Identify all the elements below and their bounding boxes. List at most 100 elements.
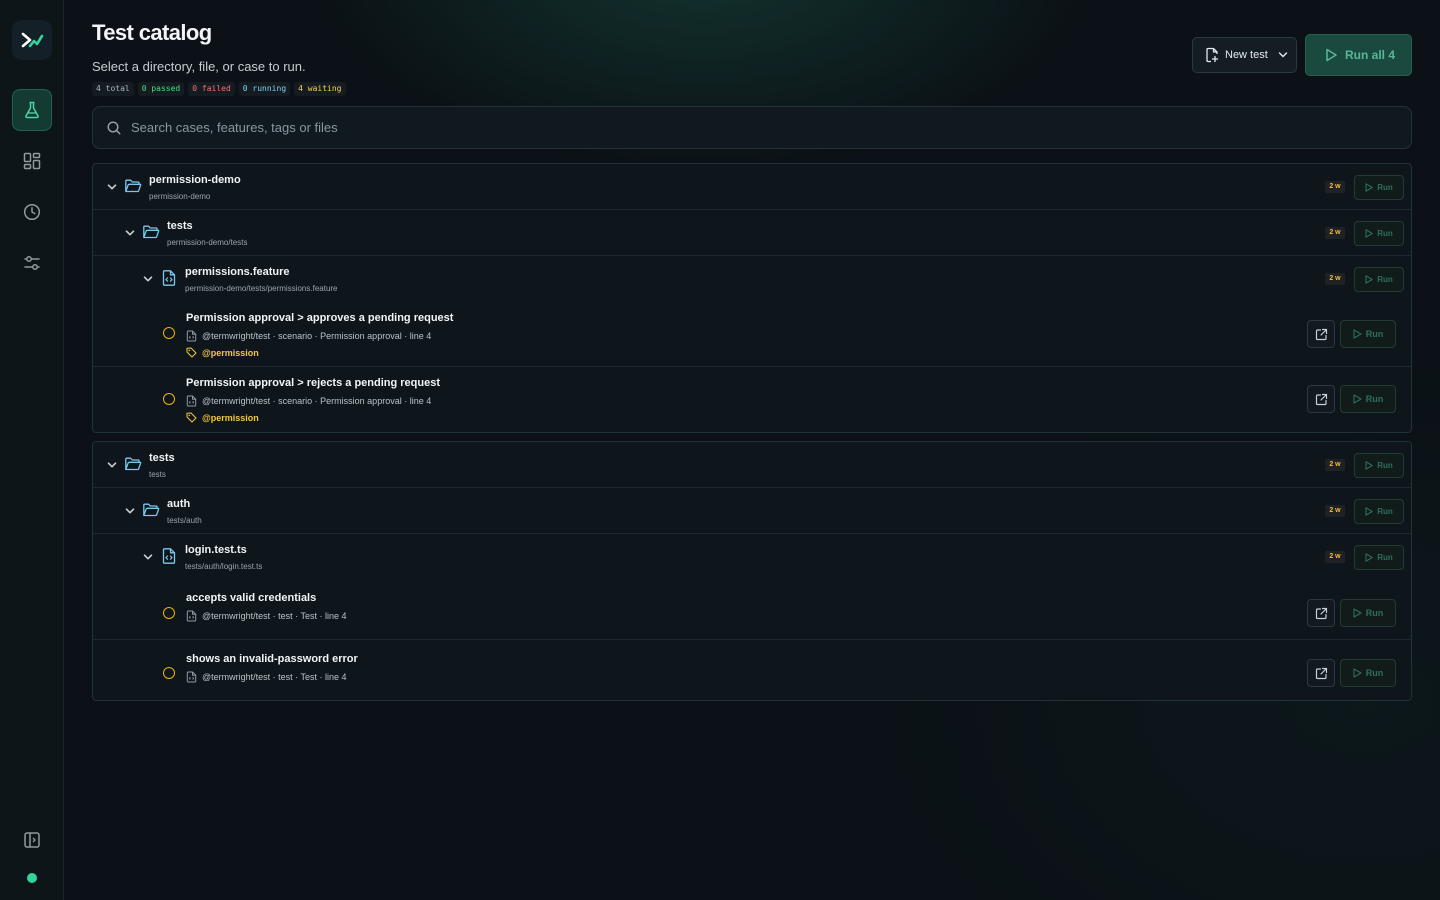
nav-settings[interactable] [12,242,52,284]
tree-row-name: tests [149,452,175,464]
play-icon [1365,275,1373,284]
toggle-sidebar-button[interactable] [12,819,52,861]
run-label: Run [1365,329,1384,339]
status-counts: 4 total 0 passed 0 failed 0 running 4 wa… [92,82,346,96]
search-bar [92,106,1412,149]
run-button[interactable]: Run [1354,267,1404,292]
run-button[interactable]: Run [1340,320,1396,348]
play-icon [1365,553,1373,562]
nav-history[interactable] [12,191,52,233]
search-input[interactable] [131,120,1331,135]
tree-row-path: permission-demo [149,192,211,201]
tag-icon [186,347,197,358]
nav-test-catalog[interactable] [12,89,52,131]
test-case-row[interactable]: shows an invalid-password error @termwri… [93,640,1411,700]
test-case-name: shows an invalid-password error [186,653,358,665]
run-label: Run [1377,183,1393,192]
chevron-down-icon[interactable] [142,551,154,563]
chevron-down-icon[interactable] [124,227,136,239]
play-icon [1353,394,1362,404]
run-button[interactable]: Run [1354,545,1404,570]
run-button[interactable]: Run [1354,221,1404,246]
test-case-meta: @termwright/test · test · Test · line 4 [186,610,347,622]
play-icon [1365,461,1373,470]
play-icon [1365,183,1373,192]
folder-open-icon [143,503,160,517]
history-clock-icon [23,203,41,221]
flask-icon [25,101,39,119]
tree-row-path: permission-demo/tests/permissions.featur… [185,284,338,293]
tree-row-directory[interactable]: permission-demo permission-demo 2 w Run [93,164,1411,210]
open-test-button[interactable] [1307,599,1335,627]
run-button[interactable]: Run [1354,499,1404,524]
run-label: Run [1377,461,1393,470]
file-code-icon [162,270,176,286]
test-case-name: Permission approval > rejects a pending … [186,377,441,389]
play-icon [1365,229,1373,238]
run-button[interactable]: Run [1354,453,1404,478]
tree-row-directory[interactable]: auth tests/auth 2 w Run [93,488,1411,534]
file-code-icon [186,610,197,622]
tree-row-directory[interactable]: tests permission-demo/tests 2 w Run [93,210,1411,256]
folder-open-icon [143,225,160,239]
test-case-row[interactable]: Permission approval > rejects a pending … [93,367,1411,432]
open-test-button[interactable] [1307,659,1335,687]
waiting-count-badge: 2 w [1325,227,1345,239]
test-case-meta: @termwright/test · test · Test · line 4 [186,671,347,683]
run-all-button[interactable]: Run all 4 [1305,34,1412,76]
run-label: Run [1365,394,1384,404]
open-test-button[interactable] [1307,320,1335,348]
app-logo[interactable] [12,20,52,60]
chevron-down-icon [1278,52,1287,58]
count-passed: 0 passed [137,82,185,96]
open-test-button[interactable] [1307,385,1335,413]
test-case-tag-text: @permission [202,412,259,423]
main-content: Test catalog Select a directory, file, o… [92,0,1412,900]
sliders-icon [24,256,40,270]
run-button[interactable]: Run [1340,599,1396,627]
tree-row-file[interactable]: permissions.feature permission-demo/test… [93,256,1411,302]
tree-row-name: auth [167,498,191,510]
dashboard-icon [23,152,41,170]
file-code-icon [186,395,197,407]
chevron-down-icon[interactable] [106,459,118,471]
tree-row-name: permission-demo [149,174,241,186]
run-label: Run [1377,229,1393,238]
nav-dashboard[interactable] [12,140,52,182]
play-icon [1353,668,1362,678]
test-case-meta: @termwright/test · scenario · Permission… [186,330,431,342]
test-case-meta-text: @termwright/test · scenario · Permission… [202,331,432,341]
test-case-meta: @termwright/test · scenario · Permission… [186,395,431,407]
test-case-name: accepts valid credentials [186,592,317,604]
new-test-button[interactable]: New test [1192,37,1297,73]
test-case-row[interactable]: accepts valid credentials @termwright/te… [93,580,1411,640]
tree-row-directory[interactable]: tests tests 2 w Run [93,442,1411,488]
run-button[interactable]: Run [1340,659,1396,687]
new-test-label: New test [1225,49,1268,61]
test-case-row[interactable]: Permission approval > approves a pending… [93,302,1411,367]
folder-open-icon [125,179,142,193]
tree-row-path: tests/auth [167,516,202,525]
run-button[interactable]: Run [1340,385,1396,413]
count-total: 4 total [92,82,134,96]
waiting-count-badge: 2 w [1325,551,1345,563]
logo-mark-icon [21,32,44,48]
run-all-label: Run all 4 [1345,48,1396,62]
file-code-icon [186,671,197,683]
waiting-status-icon [163,667,175,679]
tree-row-name: tests [167,220,193,232]
run-button[interactable]: Run [1354,175,1404,200]
test-case-tag: @permission [186,347,259,358]
chevron-down-icon[interactable] [142,273,154,285]
waiting-count-badge: 2 w [1325,459,1345,471]
play-icon [1365,507,1373,516]
file-code-icon [186,330,197,342]
test-case-meta-text: @termwright/test · test · Test · line 4 [202,672,347,682]
chevron-down-icon[interactable] [106,181,118,193]
run-label: Run [1377,275,1393,284]
chevron-down-icon[interactable] [124,505,136,517]
tree-row-file[interactable]: login.test.ts tests/auth/login.test.ts 2… [93,534,1411,580]
waiting-status-icon [163,393,175,405]
page-title: Test catalog [92,20,212,45]
tree-row-path: tests/auth/login.test.ts [185,562,263,571]
